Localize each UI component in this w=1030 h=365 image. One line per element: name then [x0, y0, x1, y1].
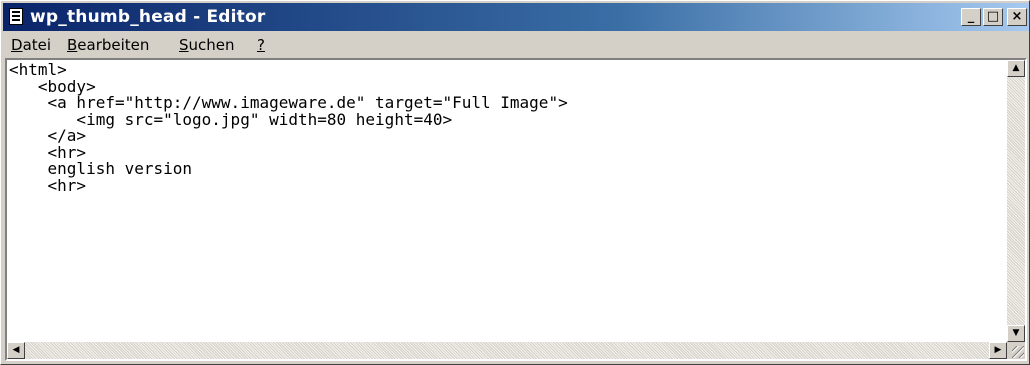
menu-datei-mnemonic: D: [11, 36, 23, 54]
editor-window: wp_thumb_head - Editor _ □ × Datei Bearb…: [0, 0, 1030, 365]
document-text: <html> <body> <a href="http://www.imagew…: [9, 60, 568, 195]
notepad-icon[interactable]: [9, 8, 23, 25]
menu-bearbeiten-rest: earbeiten: [77, 36, 150, 54]
menu-bearbeiten-mnemonic: B: [67, 36, 78, 54]
menu-suchen-mnemonic: S: [179, 36, 189, 54]
resize-grip-icon[interactable]: [1007, 342, 1025, 359]
title-bar[interactable]: wp_thumb_head - Editor _ □ ×: [3, 3, 1029, 31]
window-title: wp_thumb_head - Editor: [30, 7, 266, 27]
menu-help[interactable]: ?: [257, 36, 265, 54]
scroll-up-button[interactable]: ▲: [1007, 60, 1025, 77]
horizontal-scrollbar[interactable]: ◀ ▶: [7, 342, 1007, 359]
scroll-left-button[interactable]: ◀: [7, 342, 25, 359]
text-area[interactable]: <html> <body> <a href="http://www.imagew…: [7, 60, 1007, 342]
menu-datei-rest: atei: [22, 36, 52, 54]
menu-datei[interactable]: Datei: [11, 36, 51, 54]
scroll-right-button[interactable]: ▶: [989, 342, 1007, 359]
menu-help-label: ?: [257, 36, 265, 54]
scroll-down-button[interactable]: ▼: [1007, 325, 1025, 342]
menu-suchen[interactable]: Suchen: [179, 36, 235, 54]
text-editor: <html> <body> <a href="http://www.imagew…: [5, 58, 1027, 361]
menu-suchen-rest: uchen: [188, 36, 235, 54]
close-button[interactable]: ×: [1007, 8, 1027, 26]
menu-bar: Datei Bearbeiten Suchen ?: [3, 33, 1029, 57]
vertical-scrollbar[interactable]: ▲ ▼: [1007, 60, 1025, 342]
menu-bearbeiten[interactable]: Bearbeiten: [67, 36, 149, 54]
maximize-button[interactable]: □: [983, 8, 1003, 26]
minimize-button[interactable]: _: [961, 8, 981, 26]
